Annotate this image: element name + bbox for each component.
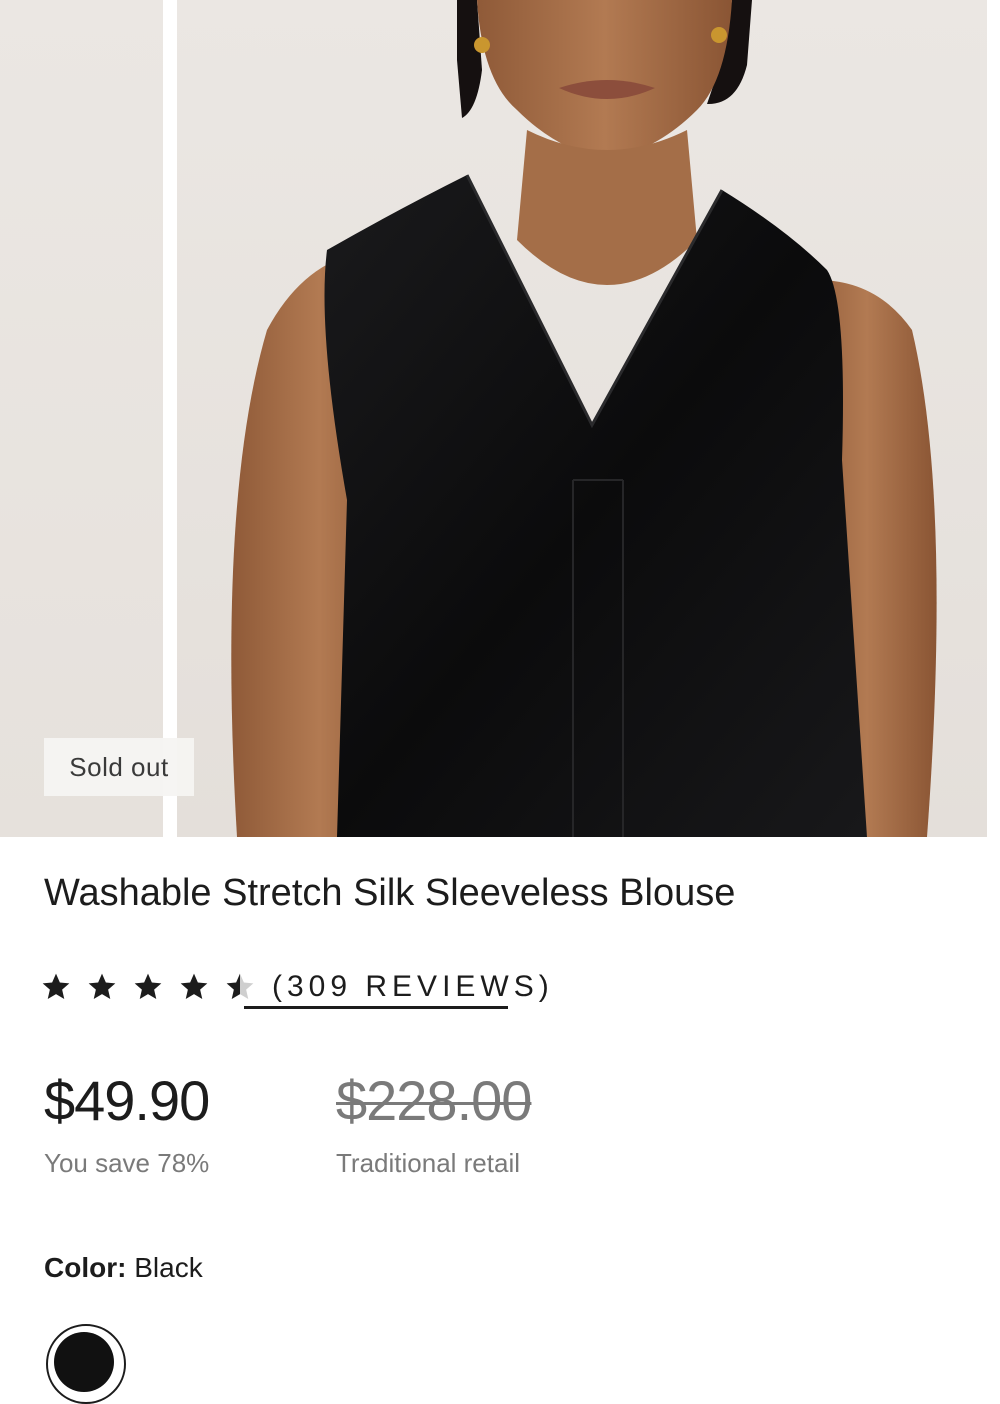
half-star-icon [226,973,254,999]
swatch-fill [54,1332,114,1392]
color-label: Color: [44,1252,127,1283]
star-icon [180,973,208,999]
retail-label: Traditional retail [336,1148,521,1178]
product-gallery: Sold out [0,0,1000,837]
retail-price: $228.00 [336,1069,532,1132]
product-title: Washable Stretch Silk Sleeveless Blouse [44,872,736,914]
star-icon [134,973,162,999]
star-icon [42,973,70,999]
model-photo [177,0,987,837]
color-value: Black [134,1252,203,1283]
color-selection-label: Color: Black [44,1252,203,1284]
reviews-link[interactable]: (309 REVIEWS) [272,970,554,1004]
gallery-thumbnail-image[interactable] [0,0,163,837]
color-swatch-black[interactable] [46,1324,126,1404]
star-icon [88,973,116,999]
sale-price: $49.90 [44,1069,210,1132]
reviews-link-underline [244,1006,508,1009]
product-main-image[interactable] [177,0,987,837]
sold-out-badge: Sold out [44,738,194,796]
savings-text: You save 78% [44,1148,210,1178]
rating-row[interactable]: (309 REVIEWS) [40,962,554,1012]
